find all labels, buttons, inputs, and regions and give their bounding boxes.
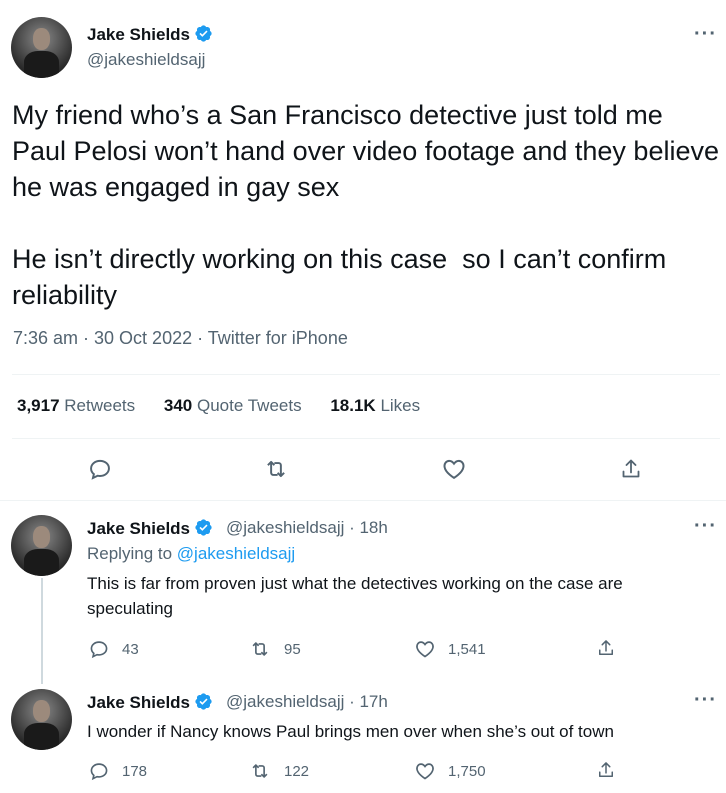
share-icon bbox=[599, 762, 613, 777]
reply-handle-time[interactable]: @jakeshieldsajj · 18h bbox=[226, 518, 388, 538]
retweet-count: 95 bbox=[284, 640, 301, 658]
like-action[interactable]: 1,750 bbox=[414, 760, 486, 782]
more-options-icon[interactable]: ··· bbox=[694, 516, 717, 536]
tweet-stats: 3,917 Retweets 340 Quote Tweets 18.1K Li… bbox=[17, 396, 444, 416]
author-name-text[interactable]: Jake Shields bbox=[87, 25, 190, 44]
retweet-icon bbox=[252, 642, 268, 656]
reply-author-name-text[interactable]: Jake Shields bbox=[87, 519, 190, 538]
more-options-icon[interactable]: ··· bbox=[694, 24, 717, 44]
avatar[interactable] bbox=[11, 17, 72, 78]
reply-count: 178 bbox=[122, 762, 148, 780]
reply-author-name[interactable]: Jake Shields bbox=[87, 692, 213, 716]
retweet-icon bbox=[252, 764, 268, 778]
avatar[interactable] bbox=[11, 515, 72, 576]
like-count: 1,750 bbox=[448, 762, 486, 780]
share-icon bbox=[599, 640, 613, 655]
tweet-timestamp[interactable]: 7:36 am · 30 Oct 2022 · Twitter for iPho… bbox=[13, 328, 348, 349]
replying-prefix: Replying to bbox=[87, 544, 177, 563]
reply-handle-time[interactable]: @jakeshieldsajj · 17h bbox=[226, 692, 388, 712]
heart-icon bbox=[416, 763, 434, 780]
replying-to-link[interactable]: @jakeshieldsajj bbox=[177, 544, 295, 563]
divider bbox=[12, 374, 720, 375]
reply-icon bbox=[90, 459, 110, 480]
reply-action[interactable]: 43 bbox=[88, 638, 139, 660]
divider bbox=[0, 500, 726, 501]
likes-stat[interactable]: 18.1K Likes bbox=[330, 396, 420, 416]
reply-action[interactable]: 178 bbox=[88, 760, 147, 782]
retweet-count: 122 bbox=[284, 762, 310, 780]
heart-icon bbox=[416, 641, 434, 658]
reply-icon bbox=[90, 641, 108, 659]
likes-label: Likes bbox=[380, 396, 421, 415]
retweet-icon bbox=[267, 460, 285, 478]
likes-count: 18.1K bbox=[330, 396, 376, 415]
share-button[interactable] bbox=[617, 455, 645, 483]
verified-badge-icon bbox=[194, 692, 213, 716]
retweets-stat[interactable]: 3,917 Retweets bbox=[17, 396, 135, 416]
retweets-count: 3,917 bbox=[17, 396, 60, 415]
quotes-count: 340 bbox=[163, 396, 193, 415]
avatar[interactable] bbox=[11, 689, 72, 750]
share-action[interactable] bbox=[596, 760, 616, 780]
share-action[interactable] bbox=[596, 638, 616, 658]
share-icon bbox=[622, 459, 640, 478]
retweet-button[interactable] bbox=[262, 455, 290, 483]
verified-badge-icon bbox=[194, 24, 213, 48]
reply-text: This is far from proven just what the de… bbox=[87, 574, 623, 618]
like-count: 1,541 bbox=[448, 640, 486, 658]
retweet-action[interactable]: 122 bbox=[248, 760, 309, 782]
heart-icon bbox=[443, 459, 465, 480]
reply-count: 43 bbox=[122, 640, 139, 658]
reply-button[interactable] bbox=[86, 455, 114, 483]
like-action[interactable]: 1,541 bbox=[414, 638, 486, 660]
reply-text: I wonder if Nancy knows Paul brings men … bbox=[87, 722, 614, 741]
more-options-icon[interactable]: ··· bbox=[694, 690, 717, 710]
quotes-label: Quote Tweets bbox=[197, 396, 302, 415]
divider bbox=[12, 438, 720, 439]
author-name[interactable]: Jake Shields bbox=[87, 24, 213, 48]
quotes-stat[interactable]: 340 Quote Tweets bbox=[164, 396, 302, 416]
reply-icon bbox=[90, 763, 108, 781]
reply-author-name[interactable]: Jake Shields bbox=[87, 518, 213, 542]
tweet-text: My friend who’s a San Francisco detectiv… bbox=[12, 100, 719, 310]
thread-line bbox=[41, 578, 43, 684]
like-button[interactable] bbox=[440, 455, 468, 483]
retweets-label: Retweets bbox=[64, 396, 136, 415]
verified-badge-icon bbox=[194, 518, 213, 542]
replying-to: Replying to @jakeshieldsajj bbox=[87, 544, 295, 564]
author-handle[interactable]: @jakeshieldsajj bbox=[87, 50, 205, 70]
reply-author-name-text[interactable]: Jake Shields bbox=[87, 693, 190, 712]
retweet-action[interactable]: 95 bbox=[248, 638, 301, 660]
